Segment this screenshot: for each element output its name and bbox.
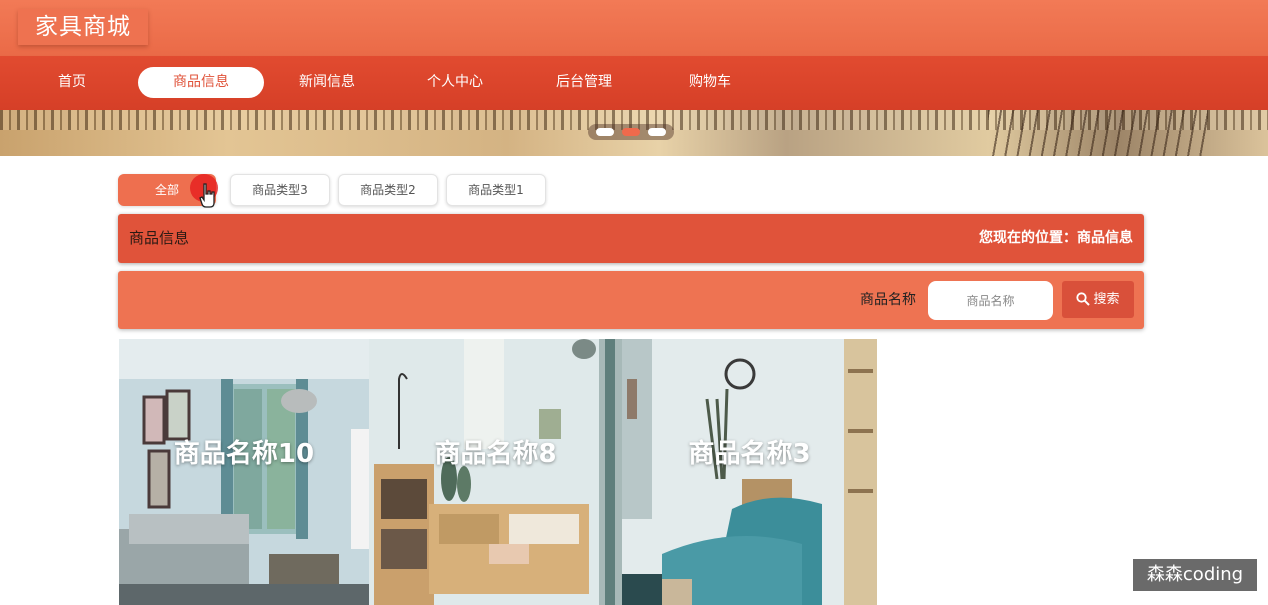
category-type3[interactable]: 商品类型3 — [230, 174, 330, 206]
category-type1[interactable]: 商品类型1 — [446, 174, 546, 206]
search-icon — [1076, 292, 1091, 306]
search-button[interactable]: 搜索 — [1062, 281, 1134, 318]
search-bar: 商品名称 搜索 — [118, 271, 1144, 329]
nav-products[interactable]: 商品信息 — [138, 67, 264, 98]
carousel-dot-3[interactable] — [648, 128, 666, 136]
carousel-dot-2[interactable] — [622, 128, 640, 136]
main-nav: 首页 商品信息 新闻信息 个人中心 后台管理 购物车 — [0, 56, 1268, 110]
hand-cursor-icon — [199, 183, 215, 208]
product-grid: 商品名称10 商品名称8 商品名称3 — [119, 339, 877, 605]
section-title-bar: 商品信息 您现在的位置：商品信息 — [118, 214, 1144, 263]
nav-home[interactable]: 首页 — [38, 67, 106, 98]
product-card[interactable]: 商品名称10 — [119, 339, 369, 605]
watermark: 森森coding — [1133, 559, 1257, 591]
product-image — [369, 339, 622, 605]
nav-news[interactable]: 新闻信息 — [286, 67, 368, 98]
search-label: 商品名称 — [860, 292, 916, 308]
product-card[interactable]: 商品名称3 — [622, 339, 877, 605]
carousel-dot-1[interactable] — [596, 128, 614, 136]
nav-profile[interactable]: 个人中心 — [414, 67, 496, 98]
carousel-indicators — [588, 124, 674, 140]
header-bar: 家具商城 — [0, 0, 1268, 56]
product-image — [622, 339, 877, 605]
product-name: 商品名称8 — [434, 439, 557, 469]
banner-carousel[interactable] — [0, 110, 1268, 156]
banner-decoration — [988, 110, 1208, 156]
breadcrumb: 您现在的位置：商品信息 — [979, 230, 1133, 246]
category-type2[interactable]: 商品类型2 — [338, 174, 438, 206]
nav-cart[interactable]: 购物车 — [675, 67, 745, 98]
site-logo[interactable]: 家具商城 — [18, 9, 148, 45]
product-name: 商品名称3 — [688, 439, 811, 469]
section-title: 商品信息 — [129, 229, 190, 247]
search-input[interactable] — [928, 281, 1053, 320]
product-name: 商品名称10 — [173, 439, 315, 469]
search-button-label: 搜索 — [1093, 292, 1120, 307]
product-card[interactable]: 商品名称8 — [369, 339, 622, 605]
nav-admin[interactable]: 后台管理 — [543, 67, 625, 98]
product-image — [119, 339, 369, 605]
